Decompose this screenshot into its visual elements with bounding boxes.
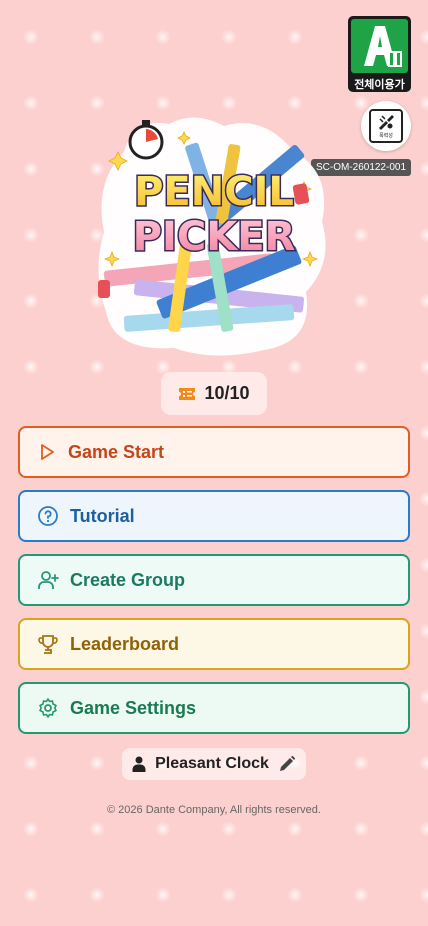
tutorial-button[interactable]: Tutorial: [18, 490, 410, 542]
ticket-counter: 10/10: [161, 372, 267, 415]
trophy-icon: [38, 635, 58, 654]
pencil-picker-logo: PENCIL PICKER: [98, 117, 326, 356]
game-start-label: Game Start: [68, 441, 165, 462]
game-start-button[interactable]: Game Start: [18, 426, 410, 478]
content-descriptor-badge: 폭력성: [361, 101, 411, 151]
leaderboard-label: Leaderboard: [70, 633, 180, 654]
pencil-icon[interactable]: [278, 755, 296, 773]
rating-all-logo: [363, 26, 402, 67]
help-circle-icon: [38, 506, 58, 526]
tutorial-label: Tutorial: [70, 505, 135, 526]
create-group-label: Create Group: [70, 569, 186, 590]
leaderboard-button[interactable]: Leaderboard: [18, 618, 410, 670]
ticket-icon: [179, 387, 196, 400]
create-group-button[interactable]: Create Group: [18, 554, 410, 606]
logo-title-line2: PICKER: [133, 214, 296, 260]
person-icon: [132, 756, 146, 772]
game-settings-button[interactable]: Game Settings: [18, 682, 410, 734]
play-icon: [41, 444, 54, 460]
violence-icon: 폭력성: [369, 109, 403, 143]
game-settings-label: Game Settings: [70, 697, 197, 718]
age-rating-badge: 전체이용가: [348, 16, 411, 92]
descriptor-label: 폭력성: [379, 133, 393, 139]
user-profile-chip[interactable]: Pleasant Clock: [122, 748, 306, 780]
gear-icon: [39, 698, 57, 718]
copyright-text: © 2026 Dante Company, All rights reserve…: [107, 804, 321, 816]
rating-label: 전체이용가: [354, 79, 405, 91]
user-plus-icon: [38, 571, 59, 589]
ticket-count: 10/10: [204, 383, 250, 403]
rating-all-mark: [351, 19, 408, 73]
logo-title-line1: PENCIL: [134, 169, 294, 215]
user-name: Pleasant Clock: [155, 755, 269, 772]
